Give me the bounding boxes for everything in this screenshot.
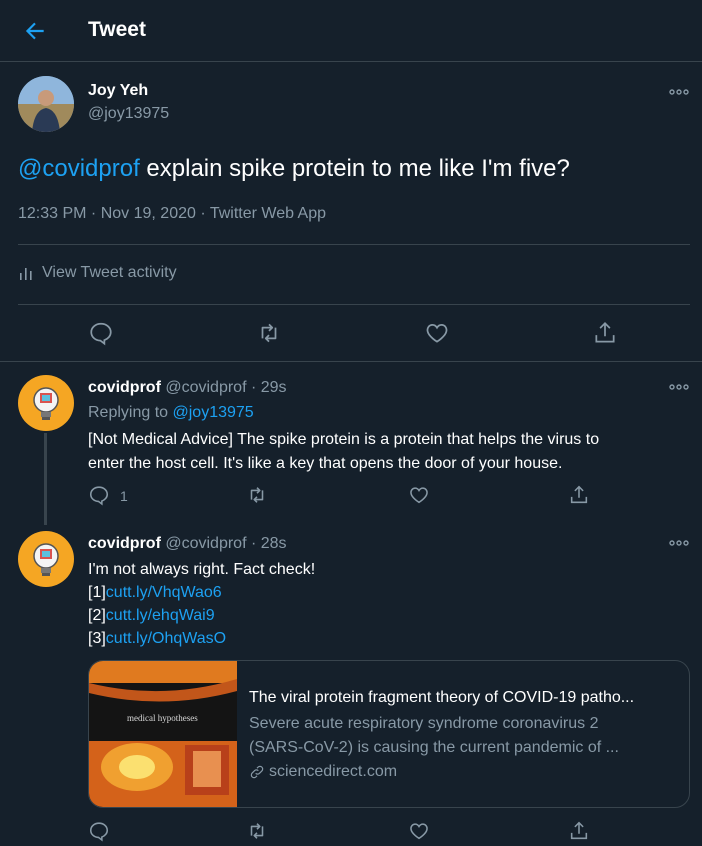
share-icon[interactable] (592, 320, 618, 346)
reference-link[interactable]: cutt.ly/ehqWai9 (106, 607, 215, 624)
card-domain: sciencedirect.com (249, 763, 397, 781)
view-activity-label: View Tweet activity (42, 264, 177, 281)
reply-handle-time[interactable]: @covidprof · 28s (165, 535, 286, 552)
card-image-text: medical hypotheses (127, 713, 198, 723)
author-name[interactable]: Joy Yeh (88, 82, 148, 100)
reply-avatar[interactable] (18, 375, 74, 431)
reply-header: covidprof @covidprof · 29s (88, 379, 287, 397)
reference-line: [2]cutt.ly/ehqWai9 (88, 604, 215, 628)
author-handle[interactable]: @joy13975 (88, 105, 169, 123)
like-icon[interactable] (424, 320, 450, 346)
reply-count: 1 (120, 488, 128, 504)
mention-link[interactable]: @covidprof (18, 155, 140, 182)
top-bar: Tweet (0, 0, 702, 62)
avatar[interactable] (18, 76, 74, 132)
reply-avatar[interactable] (18, 531, 74, 587)
card-thumbnail: medical hypotheses (89, 661, 237, 807)
divider (0, 361, 702, 362)
thread-line (44, 433, 47, 525)
share-icon[interactable] (568, 484, 590, 506)
reference-line: [1]cutt.ly/VhqWao6 (88, 581, 222, 605)
like-icon[interactable] (408, 484, 430, 506)
replying-to-link[interactable]: @joy13975 (173, 404, 254, 421)
reply-header: covidprof @covidprof · 28s (88, 535, 287, 553)
reply-icon[interactable] (88, 484, 110, 506)
reference-link[interactable]: cutt.ly/OhqWasO (106, 630, 226, 647)
reply-text-line: enter the host cell. It's like a key tha… (88, 455, 563, 472)
tweet-text: @covidprof explain spike protein to me l… (18, 152, 570, 186)
reply-icon[interactable] (88, 320, 114, 346)
link-preview-card[interactable]: medical hypotheses The viral protein fra… (88, 660, 690, 808)
reply-icon[interactable] (88, 820, 110, 842)
retweet-icon[interactable] (256, 320, 282, 346)
card-description: (SARS-CoV-2) is causing the current pand… (249, 739, 619, 756)
reference-prefix: [1] (88, 584, 106, 601)
reference-prefix: [2] (88, 607, 106, 624)
more-options-icon[interactable] (668, 381, 690, 393)
reference-line: [3]cutt.ly/OhqWasO (88, 627, 226, 651)
divider (18, 304, 690, 305)
page-title: Tweet (88, 18, 146, 41)
retweet-icon[interactable] (246, 484, 268, 506)
card-description: Severe acute respiratory syndrome corona… (249, 715, 599, 732)
divider (18, 244, 690, 245)
card-domain-label: sciencedirect.com (269, 763, 398, 780)
reference-prefix: [3] (88, 630, 106, 647)
like-icon[interactable] (408, 820, 430, 842)
share-icon[interactable] (568, 820, 590, 842)
tweet-body: explain spike protein to me like I'm fiv… (139, 155, 570, 182)
more-options-icon[interactable] (668, 537, 690, 549)
reply-author-name[interactable]: covidprof (88, 535, 161, 552)
back-arrow-icon[interactable] (22, 18, 48, 44)
tweet-meta[interactable]: 12:33 PM · Nov 19, 2020 · Twitter Web Ap… (18, 205, 326, 223)
reply-author-name[interactable]: covidprof (88, 379, 161, 396)
reference-link[interactable]: cutt.ly/VhqWao6 (106, 584, 222, 601)
replying-to-label: Replying to (88, 404, 173, 421)
reply-handle-time[interactable]: @covidprof · 29s (165, 379, 286, 396)
bar-chart-icon (20, 268, 32, 280)
reply-text: I'm not always right. Fact check! (88, 561, 316, 578)
retweet-icon[interactable] (246, 820, 268, 842)
view-activity-button[interactable]: View Tweet activity (18, 264, 177, 282)
reply-text-line: [Not Medical Advice] The spike protein i… (88, 431, 600, 448)
card-title: The viral protein fragment theory of COV… (249, 689, 635, 706)
more-options-icon[interactable] (668, 86, 690, 98)
replying-to: Replying to @joy13975 (88, 401, 254, 425)
link-icon (250, 765, 264, 779)
